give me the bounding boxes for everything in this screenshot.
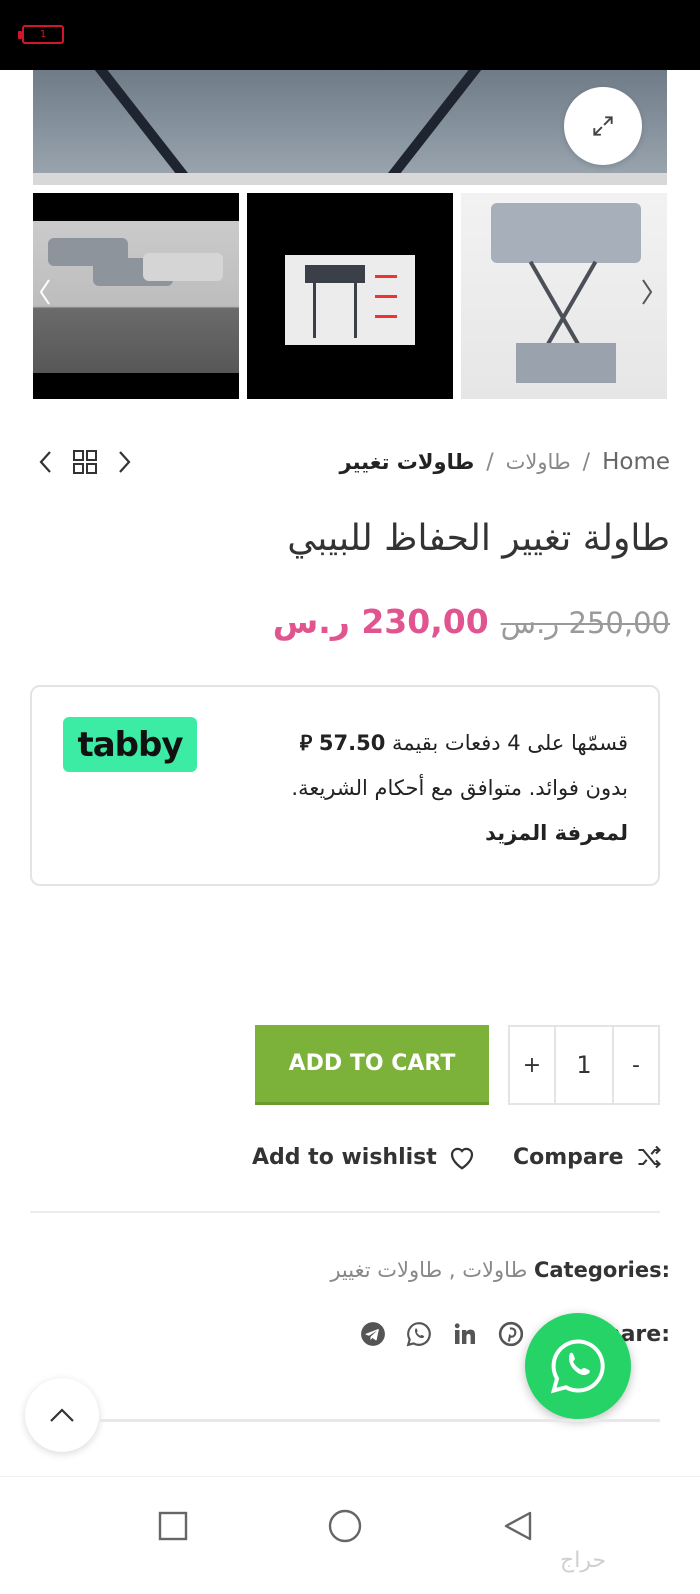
pinterest-icon[interactable] (497, 1320, 525, 1348)
zoom-button[interactable] (564, 87, 642, 165)
linkedin-icon[interactable] (451, 1320, 479, 1348)
thumbnail-1[interactable] (33, 193, 239, 399)
scroll-to-top-button[interactable] (25, 1378, 99, 1452)
divider (30, 1211, 660, 1213)
product-nav (38, 448, 138, 476)
breadcrumb-category[interactable]: طاولات (506, 450, 571, 474)
telegram-icon[interactable] (359, 1320, 387, 1348)
breadcrumb-home[interactable]: Home (602, 449, 670, 475)
battery-icon: 1 (18, 25, 64, 44)
tabby-line2: بدون فوائد. متوافق مع أحكام الشريعة. (291, 776, 628, 800)
recent-apps-button[interactable] (153, 1506, 193, 1546)
chevron-right-icon[interactable] (116, 449, 132, 475)
thumbnail-2[interactable] (247, 193, 453, 399)
heart-icon (450, 1147, 473, 1170)
thumbnail-3[interactable] (461, 193, 667, 399)
add-to-cart-button[interactable]: ADD TO CART (255, 1025, 489, 1105)
compare-label: Compare (513, 1144, 624, 1170)
status-bar: 1 (0, 0, 700, 70)
tabby-amount: 57.50 (318, 731, 386, 755)
square-icon (158, 1511, 188, 1541)
triangle-back-icon (504, 1511, 532, 1541)
whatsapp-icon (550, 1339, 605, 1394)
categories-links[interactable]: طاولات , طاولات تغيير (330, 1258, 527, 1282)
old-price: 250,00 ر.س (500, 606, 670, 640)
quantity-minus-button[interactable]: - (614, 1027, 658, 1103)
watermark: حراج (560, 1548, 607, 1573)
categories-label: Categories: (533, 1258, 670, 1282)
sale-price: 230,00 ر.س (272, 602, 489, 641)
tabby-learn-more-link[interactable]: لمعرفة المزيد (228, 811, 628, 856)
chevron-left-icon[interactable] (38, 449, 54, 475)
quantity-input[interactable]: 1 (554, 1027, 614, 1103)
back-button[interactable] (498, 1506, 538, 1546)
expand-icon (593, 116, 613, 136)
tabby-description: قسمّها على 4 دفعات بقيمة 57.50 ⃁ بدون فو… (228, 721, 628, 856)
tabby-line1: قسمّها على 4 دفعات بقيمة (392, 731, 628, 755)
breadcrumb-separator: / (486, 449, 494, 475)
riyal-icon: ⃁ (299, 731, 313, 755)
compare-button[interactable]: Compare (513, 1138, 664, 1176)
breadcrumb-separator: / (582, 449, 591, 475)
whatsapp-share-icon[interactable] (405, 1320, 433, 1348)
tabby-logo: tabby (63, 717, 197, 772)
chevron-up-icon (50, 1408, 74, 1422)
product-title: طاولة تغيير الحفاظ للبيبي (287, 518, 670, 559)
add-to-wishlist-button[interactable]: Add to wishlist (252, 1138, 477, 1176)
breadcrumb: Home / طاولات / طاولات تغيير (340, 446, 670, 478)
grid-icon[interactable] (72, 449, 98, 475)
price-row: 250,00 ر.س 230,00 ر.س (273, 602, 670, 641)
tabby-installments-box: tabby قسمّها على 4 دفعات بقيمة 57.50 ⃁ ب… (30, 685, 660, 886)
whatsapp-chat-button[interactable] (525, 1313, 631, 1419)
breadcrumb-current[interactable]: طاولات تغيير (340, 450, 475, 474)
quantity-plus-button[interactable]: + (510, 1027, 554, 1103)
divider (100, 1419, 660, 1422)
product-categories: Categories: طاولات , طاولات تغيير (330, 1258, 670, 1282)
wishlist-label: Add to wishlist (252, 1144, 437, 1170)
thumb-next-icon[interactable] (640, 277, 654, 307)
circle-icon (328, 1509, 362, 1543)
home-button[interactable] (325, 1506, 365, 1546)
shuffle-icon (638, 1145, 661, 1169)
thumb-prev-icon[interactable] (38, 277, 52, 307)
quantity-stepper: + 1 - (508, 1025, 660, 1105)
